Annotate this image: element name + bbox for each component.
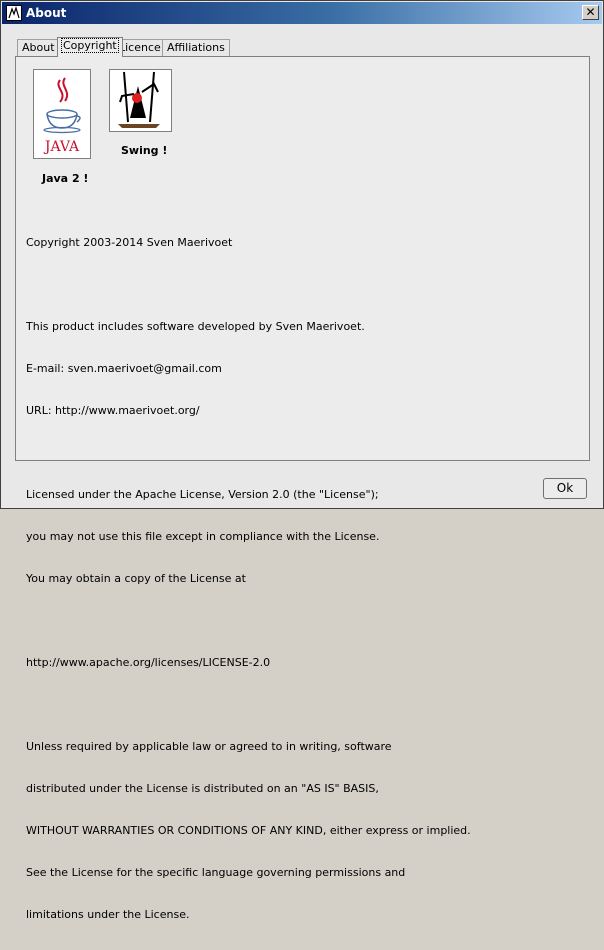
app-icon [6,5,22,21]
text-line: Unless required by applicable law or agr… [26,740,392,753]
close-icon: ✕ [585,5,596,19]
copyright-text: Copyright 2003-2014 Sven Maerivoet ​ Thi… [26,208,581,950]
swing-caption: Swing ! [121,144,168,157]
text-line: limitations under the License. [26,908,190,921]
ok-button[interactable]: Ok [543,478,587,499]
text-line: You may obtain a copy of the License at [26,572,246,585]
text-line: distributed under the License is distrib… [26,782,379,795]
window-title: About [26,6,67,20]
about-dialog: About ✕ About Copyright Licence Affiliat… [0,0,604,921]
java-cup-icon: JAVA [33,69,91,159]
tab-licence-label: Licence [119,41,161,54]
duke-swing-icon [109,69,172,132]
text-line: This product includes software developed… [26,320,365,333]
text-line: Copyright 2003-2014 Sven Maerivoet [26,236,233,249]
text-line: URL: http://www.maerivoet.org/ [26,404,200,417]
text-line: WITHOUT WARRANTIES OR CONDITIONS OF ANY … [26,824,471,837]
text-line: See the License for the specific languag… [26,866,406,879]
tab-about-label: About [22,41,55,54]
text-line: ​ [26,698,581,712]
title-bar[interactable]: About ✕ [2,2,602,24]
text-line: Licensed under the Apache License, Versi… [26,488,379,501]
text-line: ​ [26,614,581,628]
tab-copyright[interactable]: Copyright [57,37,123,57]
text-line: ​ [26,446,581,460]
tab-about[interactable]: About [17,39,60,56]
text-line: ​ [26,278,581,292]
java-wordmark: JAVA [43,139,80,155]
tab-affiliations-label: Affiliations [167,41,225,54]
copyright-panel: JAVA Java 2 ! Swing ! Copyright 2003-201… [15,56,590,921]
close-button[interactable]: ✕ [582,5,599,20]
tab-affiliations[interactable]: Affiliations [162,39,230,56]
text-line: http://www.apache.org/licenses/LICENSE-2… [26,656,271,669]
text-line: you may not use this file except in comp… [26,530,380,543]
text-line: E-mail: sven.maerivoet@gmail.com [26,362,222,375]
tab-copyright-label: Copyright [61,38,119,53]
java-caption: Java 2 ! [42,172,89,185]
